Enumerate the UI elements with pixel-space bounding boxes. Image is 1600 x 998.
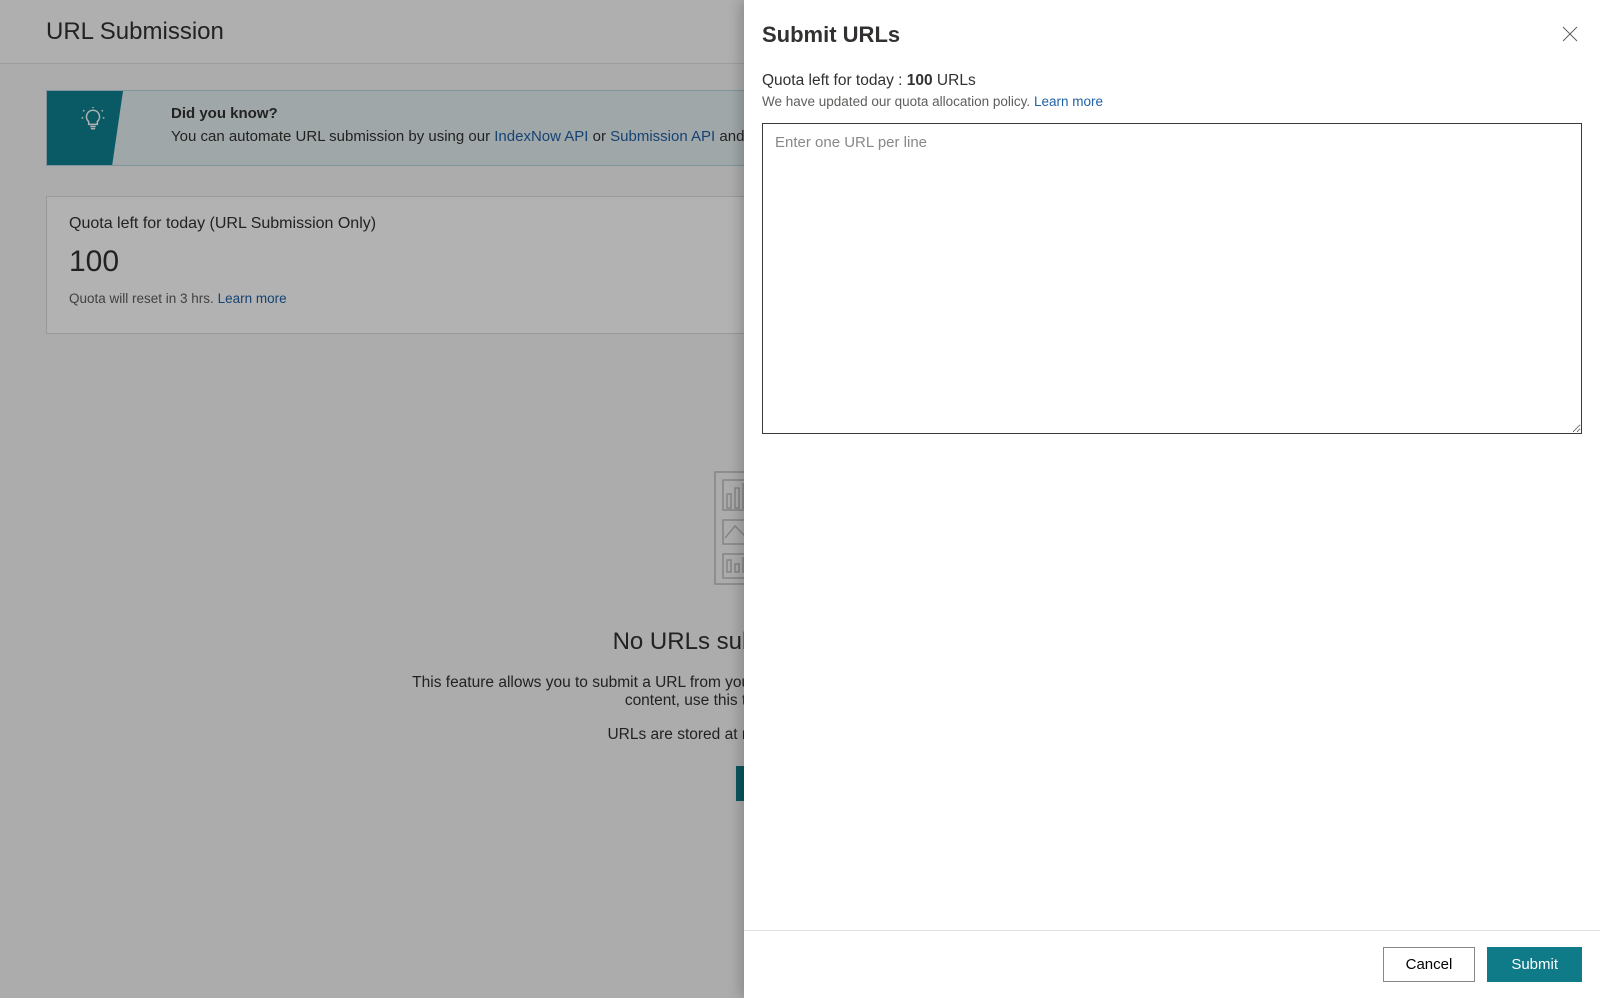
url-input[interactable] [762,123,1582,434]
panel-policy-note: We have updated our quota allocation pol… [762,94,1582,109]
close-icon[interactable] [1558,22,1582,46]
panel-quota-value: 100 [907,72,933,89]
panel-quota-line: Quota left for today : 100 URLs [762,72,1582,90]
submit-button[interactable]: Submit [1487,947,1582,982]
cancel-button[interactable]: Cancel [1383,947,1476,982]
submit-urls-panel: Submit URLs Quota left for today : 100 U… [744,0,1600,998]
panel-title: Submit URLs [762,22,900,48]
panel-footer: Cancel Submit [744,930,1600,998]
policy-learn-more-link[interactable]: Learn more [1034,94,1103,109]
